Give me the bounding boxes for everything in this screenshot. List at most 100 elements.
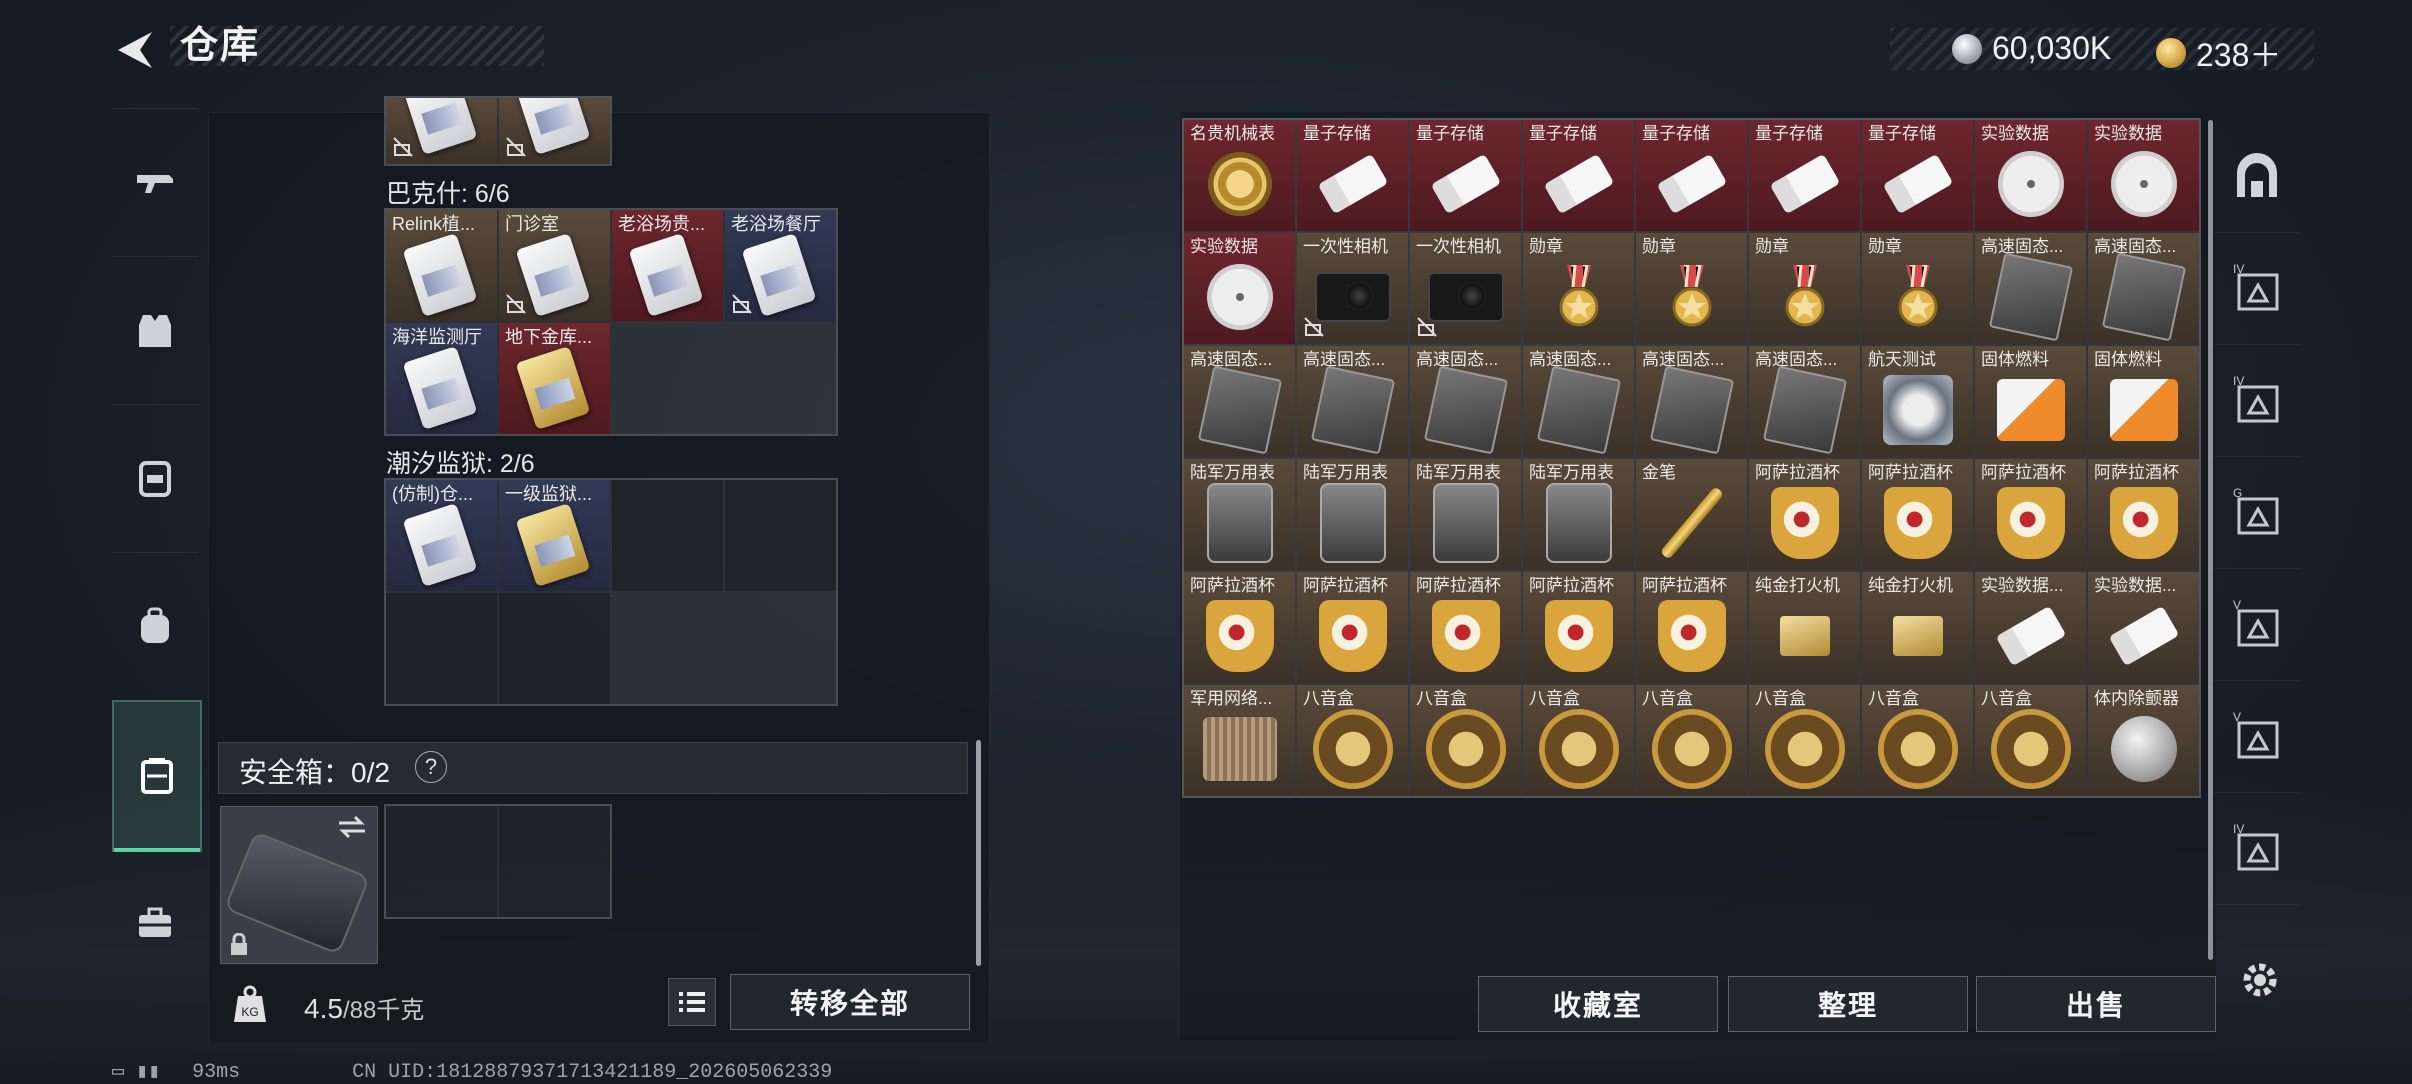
- stash-item[interactable]: 实验数据: [2088, 120, 2199, 231]
- stash-tab-4[interactable]: G: [2214, 458, 2300, 569]
- nav-armor[interactable]: [112, 256, 198, 405]
- stash-item[interactable]: 量子存储: [1523, 120, 1634, 231]
- keycard-slot[interactable]: [386, 98, 497, 164]
- left-scrollbar[interactable]: [976, 740, 981, 966]
- stash-item[interactable]: 勋章: [1523, 233, 1634, 344]
- stash-item[interactable]: 一次性相机: [1410, 233, 1521, 344]
- keycard-slot[interactable]: (仿制)仓...: [386, 480, 497, 591]
- stash-item[interactable]: 实验数据: [1975, 120, 2086, 231]
- safe-box-slot[interactable]: [220, 806, 378, 964]
- stash-item[interactable]: 八音盒: [1749, 685, 1860, 796]
- stash-item[interactable]: 高速固态...: [1410, 346, 1521, 457]
- stash-item[interactable]: 八音盒: [1975, 685, 2086, 796]
- stash-item[interactable]: 一次性相机: [1297, 233, 1408, 344]
- stash-item[interactable]: 八音盒: [1636, 685, 1747, 796]
- stash-item[interactable]: 阿萨拉酒杯: [1410, 572, 1521, 683]
- item-name: 阿萨拉酒杯: [1981, 463, 2066, 482]
- collection-room-button[interactable]: 收藏室: [1478, 976, 1718, 1032]
- stash-item[interactable]: 勋章: [1862, 233, 1973, 344]
- stash-item[interactable]: 勋章: [1636, 233, 1747, 344]
- stash-item[interactable]: 军用网络...: [1184, 685, 1295, 796]
- stash-item[interactable]: 阿萨拉酒杯: [1862, 459, 1973, 570]
- item-name: 八音盒: [1981, 689, 2032, 708]
- keycard-slot[interactable]: [499, 98, 610, 164]
- stash-tab-1[interactable]: [2214, 122, 2300, 233]
- stash-item[interactable]: 八音盒: [1297, 685, 1408, 796]
- help-icon[interactable]: ?: [415, 751, 447, 783]
- stash-item[interactable]: 阿萨拉酒杯: [1749, 459, 1860, 570]
- stash-item[interactable]: 固体燃料: [1975, 346, 2086, 457]
- sell-button[interactable]: 出售: [1976, 976, 2216, 1032]
- keycard-slot[interactable]: 老浴场贵...: [612, 210, 723, 321]
- keycard-slot[interactable]: 门诊室: [499, 210, 610, 321]
- nav-safe-case[interactable]: [112, 700, 202, 852]
- nav-chest-rig[interactable]: [112, 404, 198, 553]
- keycard-slot[interactable]: 老浴场餐厅: [725, 210, 836, 321]
- empty-slot[interactable]: [499, 806, 610, 917]
- stash-item[interactable]: 量子存储: [1410, 120, 1521, 231]
- stash-item[interactable]: 八音盒: [1862, 685, 1973, 796]
- stash-item[interactable]: 阿萨拉酒杯: [1523, 572, 1634, 683]
- stash-item[interactable]: 量子存储: [1749, 120, 1860, 231]
- nav-toolbox[interactable]: [112, 848, 198, 997]
- ssd-icon: [1649, 365, 1734, 455]
- stash-tab-5[interactable]: V: [2214, 570, 2300, 681]
- stash-item[interactable]: 量子存储: [1297, 120, 1408, 231]
- gear-icon[interactable]: [2236, 956, 2284, 1004]
- stash-scrollbar[interactable]: [2208, 120, 2213, 960]
- stash-tab-6[interactable]: V: [2214, 682, 2300, 793]
- empty-slot[interactable]: [386, 593, 497, 704]
- keycard-slot[interactable]: 地下金库...: [499, 323, 610, 434]
- stash-item[interactable]: 八音盒: [1523, 685, 1634, 796]
- stash-item[interactable]: 陆军万用表: [1184, 459, 1295, 570]
- stash-item[interactable]: 名贵机械表: [1184, 120, 1295, 231]
- stash-item[interactable]: 高速固态...: [2088, 233, 2199, 344]
- stash-tab-3[interactable]: IV: [2214, 346, 2300, 457]
- stash-item[interactable]: 高速固态...: [1749, 346, 1860, 457]
- gold-currency[interactable]: 238＋: [2156, 30, 2281, 76]
- stash-item[interactable]: 量子存储: [1636, 120, 1747, 231]
- musicbox-icon: [1764, 709, 1845, 790]
- nav-backpack[interactable]: [112, 552, 198, 701]
- empty-slot[interactable]: [612, 480, 723, 591]
- stash-item[interactable]: 勋章: [1749, 233, 1860, 344]
- keycard-slot[interactable]: Relink植...: [386, 210, 497, 321]
- stash-item[interactable]: 陆军万用表: [1410, 459, 1521, 570]
- stash-item[interactable]: 纯金打火机: [1862, 572, 1973, 683]
- swap-icon[interactable]: [337, 815, 367, 839]
- stash-tab-7[interactable]: IV: [2214, 794, 2300, 905]
- stash-item[interactable]: 高速固态...: [1523, 346, 1634, 457]
- stash-item[interactable]: 量子存储: [1862, 120, 1973, 231]
- list-view-button[interactable]: [668, 978, 716, 1026]
- back-arrow-icon[interactable]: [112, 28, 158, 72]
- empty-slot[interactable]: [499, 593, 610, 704]
- empty-slot[interactable]: [386, 806, 497, 917]
- empty-slot[interactable]: [725, 480, 836, 591]
- stash-item[interactable]: 实验数据...: [2088, 572, 2199, 683]
- stash-item[interactable]: 纯金打火机: [1749, 572, 1860, 683]
- stash-item[interactable]: 实验数据...: [1975, 572, 2086, 683]
- organize-button[interactable]: 整理: [1728, 976, 1968, 1032]
- keycard-slot[interactable]: 一级监狱...: [499, 480, 610, 591]
- stash-item[interactable]: 高速固态...: [1297, 346, 1408, 457]
- stash-item[interactable]: 阿萨拉酒杯: [1975, 459, 2086, 570]
- transfer-all-button[interactable]: 转移全部: [730, 974, 970, 1030]
- stash-tab-2[interactable]: IV: [2214, 234, 2300, 345]
- stash-item[interactable]: 航天测试: [1862, 346, 1973, 457]
- stash-item[interactable]: 高速固态...: [1975, 233, 2086, 344]
- keycard-slot[interactable]: 海洋监测厅: [386, 323, 497, 434]
- stash-item[interactable]: 陆军万用表: [1297, 459, 1408, 570]
- stash-item[interactable]: 高速固态...: [1184, 346, 1295, 457]
- stash-item[interactable]: 阿萨拉酒杯: [2088, 459, 2199, 570]
- stash-item[interactable]: 阿萨拉酒杯: [1636, 572, 1747, 683]
- stash-item[interactable]: 实验数据: [1184, 233, 1295, 344]
- stash-item[interactable]: 阿萨拉酒杯: [1297, 572, 1408, 683]
- stash-item[interactable]: 金笔: [1636, 459, 1747, 570]
- stash-item[interactable]: 阿萨拉酒杯: [1184, 572, 1295, 683]
- stash-item[interactable]: 八音盒: [1410, 685, 1521, 796]
- stash-item[interactable]: 陆军万用表: [1523, 459, 1634, 570]
- stash-item[interactable]: 体内除颤器: [2088, 685, 2199, 796]
- stash-item[interactable]: 固体燃料: [2088, 346, 2199, 457]
- stash-item[interactable]: 高速固态...: [1636, 346, 1747, 457]
- nav-weapon[interactable]: [112, 108, 198, 257]
